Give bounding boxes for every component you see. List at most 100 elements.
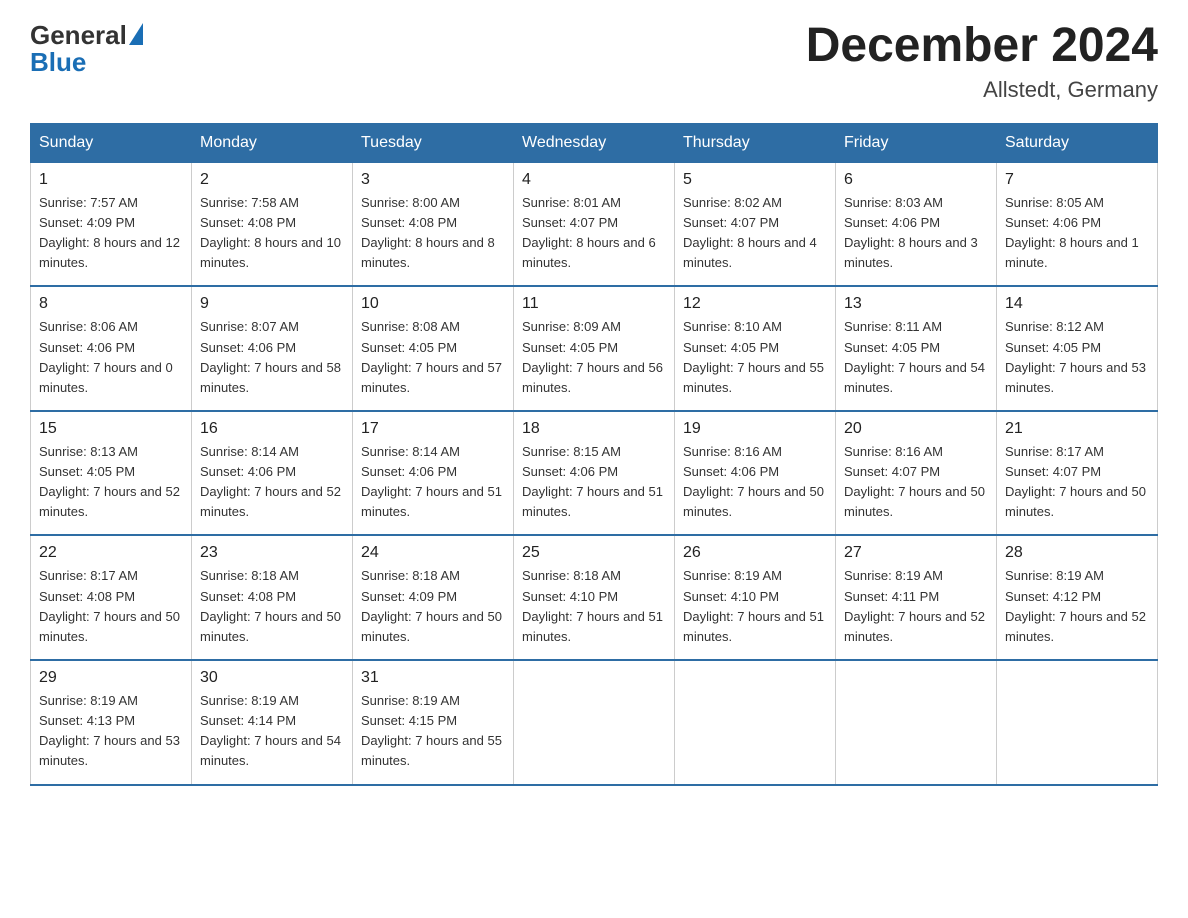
day-info: Sunrise: 8:03 AMSunset: 4:06 PMDaylight:… (844, 193, 988, 274)
day-number: 17 (361, 420, 505, 438)
calendar-cell: 4 Sunrise: 8:01 AMSunset: 4:07 PMDaylight… (514, 162, 675, 286)
calendar-cell: 31 Sunrise: 8:19 AMSunset: 4:15 PMDayligh… (353, 660, 514, 785)
calendar-cell: 21Sunrise: 8:17 AMSunset: 4:07 PMDayligh… (997, 411, 1158, 536)
calendar-cell (675, 660, 836, 785)
calendar-cell: 5 Sunrise: 8:02 AMSunset: 4:07 PMDaylight… (675, 162, 836, 286)
day-info: Sunrise: 7:58 AMSunset: 4:08 PMDaylight:… (200, 193, 344, 274)
day-info: Sunrise: 8:02 AMSunset: 4:07 PMDaylight:… (683, 193, 827, 274)
day-info: Sunrise: 8:11 AMSunset: 4:05 PMDaylight:… (844, 317, 988, 398)
calendar-cell: 19Sunrise: 8:16 AMSunset: 4:06 PMDayligh… (675, 411, 836, 536)
day-number: 16 (200, 420, 344, 438)
day-number: 8 (39, 295, 183, 313)
day-info: Sunrise: 8:19 AMSunset: 4:14 PMDaylight:… (200, 691, 344, 772)
calendar-cell: 22 Sunrise: 8:17 AMSunset: 4:08 PMDayligh… (31, 535, 192, 660)
calendar-cell: 20 Sunrise: 8:16 AMSunset: 4:07 PMDayligh… (836, 411, 997, 536)
calendar-cell: 23Sunrise: 8:18 AMSunset: 4:08 PMDayligh… (192, 535, 353, 660)
day-number: 28 (1005, 544, 1149, 562)
day-of-week-thursday: Thursday (675, 123, 836, 162)
calendar-cell (836, 660, 997, 785)
day-of-week-friday: Friday (836, 123, 997, 162)
day-number: 29 (39, 669, 183, 687)
calendar-cell: 11 Sunrise: 8:09 AMSunset: 4:05 PMDayligh… (514, 286, 675, 411)
day-info: Sunrise: 7:57 AMSunset: 4:09 PMDaylight:… (39, 193, 183, 274)
calendar-cell: 6 Sunrise: 8:03 AMSunset: 4:06 PMDaylight… (836, 162, 997, 286)
calendar-cell: 28 Sunrise: 8:19 AMSunset: 4:12 PMDayligh… (997, 535, 1158, 660)
day-info: Sunrise: 8:00 AMSunset: 4:08 PMDaylight:… (361, 193, 505, 274)
day-number: 15 (39, 420, 183, 438)
calendar-cell: 10Sunrise: 8:08 AMSunset: 4:05 PMDayligh… (353, 286, 514, 411)
calendar-cell: 14Sunrise: 8:12 AMSunset: 4:05 PMDayligh… (997, 286, 1158, 411)
day-info: Sunrise: 8:16 AMSunset: 4:07 PMDaylight:… (844, 442, 988, 523)
day-info: Sunrise: 8:05 AMSunset: 4:06 PMDaylight:… (1005, 193, 1149, 274)
logo-triangle-icon (129, 23, 143, 45)
calendar-cell: 2 Sunrise: 7:58 AMSunset: 4:08 PMDaylight… (192, 162, 353, 286)
day-number: 31 (361, 669, 505, 687)
calendar-cell: 29Sunrise: 8:19 AMSunset: 4:13 PMDayligh… (31, 660, 192, 785)
calendar-cell: 25 Sunrise: 8:18 AMSunset: 4:10 PMDayligh… (514, 535, 675, 660)
day-info: Sunrise: 8:07 AMSunset: 4:06 PMDaylight:… (200, 317, 344, 398)
day-number: 14 (1005, 295, 1149, 313)
logo: General Blue (30, 20, 145, 78)
day-number: 2 (200, 171, 344, 189)
calendar-cell (514, 660, 675, 785)
day-number: 13 (844, 295, 988, 313)
day-info: Sunrise: 8:01 AMSunset: 4:07 PMDaylight:… (522, 193, 666, 274)
calendar-cell: 18 Sunrise: 8:15 AMSunset: 4:06 PMDayligh… (514, 411, 675, 536)
day-number: 18 (522, 420, 666, 438)
calendar-cell: 9Sunrise: 8:07 AMSunset: 4:06 PMDaylight… (192, 286, 353, 411)
calendar-header: SundayMondayTuesdayWednesdayThursdayFrid… (31, 123, 1158, 162)
calendar-cell: 27 Sunrise: 8:19 AMSunset: 4:11 PMDayligh… (836, 535, 997, 660)
day-of-week-sunday: Sunday (31, 123, 192, 162)
calendar-subtitle: Allstedt, Germany (806, 77, 1158, 103)
day-number: 11 (522, 295, 666, 313)
day-number: 4 (522, 171, 666, 189)
page-header: General Blue December 2024 Allstedt, Ger… (30, 20, 1158, 103)
calendar-cell: 7 Sunrise: 8:05 AMSunset: 4:06 PMDaylight… (997, 162, 1158, 286)
calendar-cell: 15 Sunrise: 8:13 AMSunset: 4:05 PMDayligh… (31, 411, 192, 536)
day-info: Sunrise: 8:09 AMSunset: 4:05 PMDaylight:… (522, 317, 666, 398)
calendar-cell: 1 Sunrise: 7:57 AMSunset: 4:09 PMDaylight… (31, 162, 192, 286)
day-info: Sunrise: 8:18 AMSunset: 4:09 PMDaylight:… (361, 566, 505, 647)
calendar-cell: 8 Sunrise: 8:06 AMSunset: 4:06 PMDaylight… (31, 286, 192, 411)
day-number: 3 (361, 171, 505, 189)
day-number: 20 (844, 420, 988, 438)
day-info: Sunrise: 8:16 AMSunset: 4:06 PMDaylight:… (683, 442, 827, 523)
day-number: 5 (683, 171, 827, 189)
day-info: Sunrise: 8:06 AMSunset: 4:06 PMDaylight:… (39, 317, 183, 398)
calendar-cell: 17Sunrise: 8:14 AMSunset: 4:06 PMDayligh… (353, 411, 514, 536)
day-info: Sunrise: 8:19 AMSunset: 4:15 PMDaylight:… (361, 691, 505, 772)
day-info: Sunrise: 8:18 AMSunset: 4:08 PMDaylight:… (200, 566, 344, 647)
calendar-week-3: 15 Sunrise: 8:13 AMSunset: 4:05 PMDayligh… (31, 411, 1158, 536)
day-info: Sunrise: 8:19 AMSunset: 4:11 PMDaylight:… (844, 566, 988, 647)
day-info: Sunrise: 8:15 AMSunset: 4:06 PMDaylight:… (522, 442, 666, 523)
day-of-week-tuesday: Tuesday (353, 123, 514, 162)
day-number: 22 (39, 544, 183, 562)
calendar-body: 1 Sunrise: 7:57 AMSunset: 4:09 PMDaylight… (31, 162, 1158, 784)
day-number: 26 (683, 544, 827, 562)
calendar-cell: 12Sunrise: 8:10 AMSunset: 4:05 PMDayligh… (675, 286, 836, 411)
calendar-cell: 3 Sunrise: 8:00 AMSunset: 4:08 PMDaylight… (353, 162, 514, 286)
day-number: 24 (361, 544, 505, 562)
calendar-title: December 2024 (806, 20, 1158, 73)
day-number: 27 (844, 544, 988, 562)
day-info: Sunrise: 8:17 AMSunset: 4:07 PMDaylight:… (1005, 442, 1149, 523)
day-info: Sunrise: 8:13 AMSunset: 4:05 PMDaylight:… (39, 442, 183, 523)
day-number: 7 (1005, 171, 1149, 189)
day-of-week-saturday: Saturday (997, 123, 1158, 162)
calendar-table: SundayMondayTuesdayWednesdayThursdayFrid… (30, 123, 1158, 786)
calendar-title-block: December 2024 Allstedt, Germany (806, 20, 1158, 103)
day-info: Sunrise: 8:18 AMSunset: 4:10 PMDaylight:… (522, 566, 666, 647)
days-of-week-row: SundayMondayTuesdayWednesdayThursdayFrid… (31, 123, 1158, 162)
day-number: 1 (39, 171, 183, 189)
calendar-cell: 24 Sunrise: 8:18 AMSunset: 4:09 PMDayligh… (353, 535, 514, 660)
day-info: Sunrise: 8:17 AMSunset: 4:08 PMDaylight:… (39, 566, 183, 647)
day-info: Sunrise: 8:19 AMSunset: 4:12 PMDaylight:… (1005, 566, 1149, 647)
day-of-week-monday: Monday (192, 123, 353, 162)
day-info: Sunrise: 8:10 AMSunset: 4:05 PMDaylight:… (683, 317, 827, 398)
calendar-cell: 26 Sunrise: 8:19 AMSunset: 4:10 PMDayligh… (675, 535, 836, 660)
calendar-week-4: 22 Sunrise: 8:17 AMSunset: 4:08 PMDayligh… (31, 535, 1158, 660)
day-number: 25 (522, 544, 666, 562)
day-info: Sunrise: 8:19 AMSunset: 4:10 PMDaylight:… (683, 566, 827, 647)
calendar-week-2: 8 Sunrise: 8:06 AMSunset: 4:06 PMDaylight… (31, 286, 1158, 411)
day-number: 6 (844, 171, 988, 189)
